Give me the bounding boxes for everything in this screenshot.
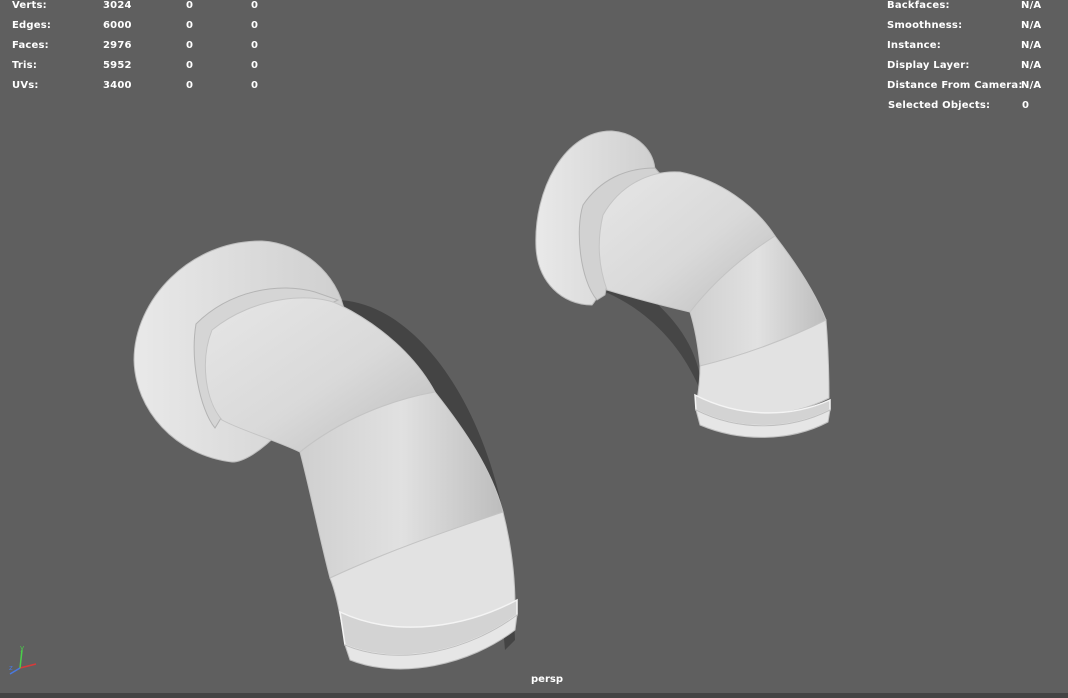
hud-row-uvs: UVs: 3400 0 0 bbox=[12, 76, 312, 96]
camera-name-label: persp bbox=[531, 674, 563, 685]
hud-label: Instance: bbox=[887, 40, 941, 51]
object-details-hud: Backfaces: N/A Smoothness: N/A Instance:… bbox=[887, 0, 1067, 116]
hud-label: Tris: bbox=[12, 60, 38, 71]
hud-row-instance: Instance: N/A bbox=[887, 36, 1067, 56]
hud-row-smoothness: Smoothness: N/A bbox=[887, 16, 1067, 36]
hud-value-total: 5952 bbox=[103, 60, 132, 71]
hud-label: Edges: bbox=[12, 20, 52, 31]
hud-value: N/A bbox=[1021, 60, 1042, 71]
hud-value-components: 0 bbox=[251, 40, 259, 51]
hud-value-total: 6000 bbox=[103, 20, 132, 31]
hud-value-components: 0 bbox=[251, 0, 259, 11]
hud-value-selected: 0 bbox=[186, 0, 194, 11]
hud-row-display-layer: Display Layer: N/A bbox=[887, 56, 1067, 76]
hud-row-edges: Edges: 6000 0 0 bbox=[12, 16, 312, 36]
perspective-viewport[interactable]: Verts: 3024 0 0 Edges: 6000 0 0 Faces: 2… bbox=[0, 0, 1068, 698]
hud-row-verts: Verts: 3024 0 0 bbox=[12, 0, 312, 16]
hud-value-selected: 0 bbox=[186, 20, 194, 31]
hud-value-total: 2976 bbox=[103, 40, 132, 51]
axis-x-line bbox=[19, 663, 37, 669]
hud-value: N/A bbox=[1021, 80, 1042, 91]
hud-value: N/A bbox=[1021, 20, 1042, 31]
hud-row-tris: Tris: 5952 0 0 bbox=[12, 56, 312, 76]
hud-label: Selected Objects: bbox=[888, 100, 991, 111]
viewport-bottom-border bbox=[0, 693, 1068, 698]
hud-value: N/A bbox=[1021, 0, 1042, 11]
hud-value-components: 0 bbox=[251, 80, 259, 91]
hud-row-selected-objects: Selected Objects: 0 bbox=[887, 96, 1067, 116]
hud-row-distance-from-camera: Distance From Camera: N/A bbox=[887, 76, 1067, 96]
hud-value-selected: 0 bbox=[186, 40, 194, 51]
axis-y-line bbox=[19, 649, 23, 669]
poly-count-hud: Verts: 3024 0 0 Edges: 6000 0 0 Faces: 2… bbox=[12, 0, 312, 96]
hud-value-selected: 0 bbox=[186, 60, 194, 71]
axis-y-label: y bbox=[20, 644, 24, 652]
pipe-elbow-large[interactable] bbox=[133, 240, 518, 670]
axis-z-label: z bbox=[9, 664, 13, 672]
hud-value-selected: 0 bbox=[186, 80, 194, 91]
axis-gizmo-icon: y z bbox=[9, 644, 37, 675]
hud-label: Backfaces: bbox=[887, 0, 950, 11]
hud-value: 0 bbox=[1022, 100, 1030, 111]
hud-value-components: 0 bbox=[251, 60, 259, 71]
hud-row-faces: Faces: 2976 0 0 bbox=[12, 36, 312, 56]
hud-label: UVs: bbox=[12, 80, 39, 91]
pipe-elbow-small[interactable] bbox=[535, 130, 831, 438]
hud-row-backfaces: Backfaces: N/A bbox=[887, 0, 1067, 16]
hud-value-total: 3024 bbox=[103, 0, 132, 11]
hud-value-total: 3400 bbox=[103, 80, 132, 91]
hud-label: Faces: bbox=[12, 40, 49, 51]
hud-label: Verts: bbox=[12, 0, 47, 11]
hud-label: Display Layer: bbox=[887, 60, 970, 71]
hud-label: Smoothness: bbox=[887, 20, 963, 31]
hud-value: N/A bbox=[1021, 40, 1042, 51]
hud-label: Distance From Camera: bbox=[887, 80, 1023, 91]
hud-value-components: 0 bbox=[251, 20, 259, 31]
